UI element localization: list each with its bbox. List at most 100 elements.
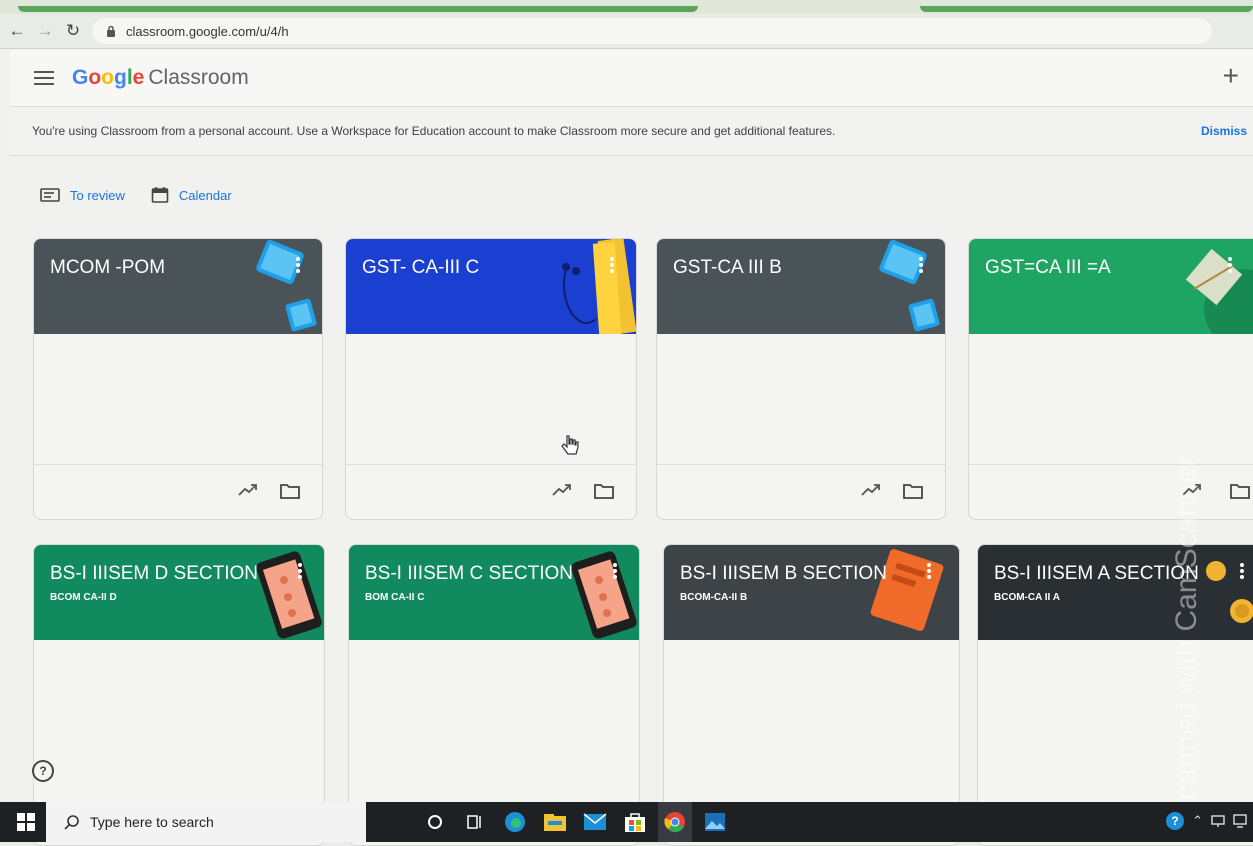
calendar-link[interactable]: Calendar [151, 186, 232, 204]
app-header: Google Classroom + [10, 50, 1253, 107]
edge-browser-icon[interactable] [498, 802, 532, 842]
back-arrow-icon[interactable]: ← [6, 20, 28, 42]
folder-icon[interactable] [280, 483, 300, 499]
reload-icon[interactable]: ↻ [62, 20, 84, 42]
personal-account-banner: You're using Classroom from a personal a… [10, 107, 1253, 156]
chrome-icon[interactable] [658, 802, 692, 842]
add-class-plus-icon[interactable]: + [1223, 60, 1239, 92]
calendar-icon [151, 187, 169, 203]
mail-icon[interactable] [578, 802, 612, 842]
class-card-header[interactable]: MCOM -POM [34, 239, 322, 334]
class-section: BCOM-CA-II B [680, 592, 748, 603]
class-card-footer [34, 464, 322, 519]
store-icon[interactable] [618, 802, 652, 842]
google-logo-letter: g [114, 66, 127, 89]
class-theme-illustration [1185, 248, 1253, 334]
class-theme-illustration [562, 239, 636, 334]
class-card[interactable]: GST- CA-III C [345, 238, 637, 520]
google-classroom-logo[interactable]: Google Classroom [72, 66, 249, 90]
class-card-header[interactable]: BS-I IIISEM B SECTION BCOM-CA-II B [664, 545, 959, 640]
lock-icon [104, 24, 118, 38]
class-section: BCOM-CA II A [994, 592, 1060, 603]
banner-message: You're using Classroom from a personal a… [32, 124, 836, 138]
folder-icon[interactable] [903, 483, 923, 499]
class-title[interactable]: GST-CA III B [673, 257, 782, 279]
more-options-icon[interactable] [1240, 563, 1244, 579]
google-wordmark: Google [72, 66, 144, 90]
system-tray: ? ⌃ [1166, 812, 1247, 830]
more-options-icon[interactable] [919, 257, 923, 273]
windows-taskbar: Type here to search ? ⌃ [0, 802, 1253, 842]
help-icon[interactable]: ? [32, 760, 54, 782]
class-card-footer [657, 464, 945, 519]
task-view-icon[interactable] [458, 802, 492, 842]
browser-tab[interactable] [18, 6, 698, 12]
help-tray-icon[interactable]: ? [1166, 812, 1185, 830]
more-options-icon[interactable] [296, 257, 300, 273]
trending-icon[interactable] [552, 483, 572, 497]
class-title[interactable]: MCOM -POM [50, 257, 165, 279]
more-options-icon[interactable] [298, 563, 302, 579]
class-card[interactable]: BS-I IIISEM C SECTION BOM CA-II C [348, 544, 640, 846]
trending-icon[interactable] [861, 483, 881, 497]
class-section: BCOM CA-II D [50, 592, 117, 603]
dismiss-button[interactable]: Dismiss [1201, 124, 1247, 138]
class-title[interactable]: GST- CA-III C [362, 257, 479, 279]
forward-arrow-icon[interactable]: → [34, 20, 56, 42]
google-logo-letter: o [101, 66, 114, 89]
display-icon[interactable] [1233, 814, 1247, 828]
google-logo-letter: o [88, 66, 102, 89]
browser-tab[interactable] [920, 6, 1253, 12]
class-card-header[interactable]: GST- CA-III C [346, 239, 636, 334]
more-options-icon[interactable] [927, 563, 931, 579]
chevron-up-icon[interactable]: ⌃ [1192, 813, 1203, 829]
class-theme-illustration [870, 549, 944, 631]
network-icon[interactable] [1211, 814, 1225, 828]
class-theme-illustration [879, 239, 940, 332]
to-review-icon [40, 188, 60, 202]
class-card[interactable]: BS-I IIISEM D SECTION BCOM CA-II D [33, 544, 325, 846]
folder-icon[interactable] [594, 483, 614, 499]
taskbar-search-box[interactable]: Type here to search [46, 802, 366, 842]
class-theme-illustration [571, 551, 637, 639]
screen: ← → ↻ classroom.google.com/u/4/h Google … [0, 0, 1253, 846]
hamburger-menu-icon[interactable] [34, 71, 54, 85]
class-card[interactable]: BS-I IIISEM B SECTION BCOM-CA-II B [663, 544, 960, 846]
google-logo-letter: e [132, 66, 145, 89]
windows-start-icon[interactable] [6, 802, 46, 842]
product-name: Classroom [148, 66, 249, 89]
class-title[interactable]: BS-I IIISEM C SECTION [365, 563, 573, 585]
class-title[interactable]: BS-I IIISEM D SECTION [50, 563, 258, 585]
url-text: classroom.google.com/u/4/h [126, 23, 289, 39]
more-options-icon[interactable] [1228, 257, 1232, 273]
class-title[interactable]: BS-I IIISEM A SECTION [994, 563, 1199, 585]
address-bar[interactable]: classroom.google.com/u/4/h [92, 18, 1212, 44]
more-options-icon[interactable] [613, 563, 617, 579]
to-review-label: To review [70, 187, 125, 203]
quick-links: To review Calendar [40, 186, 232, 204]
trending-icon[interactable] [238, 483, 258, 497]
class-theme-illustration [256, 551, 322, 639]
class-card-footer [346, 464, 636, 519]
class-card[interactable]: GST-CA III B [656, 238, 946, 520]
browser-toolbar: ← → ↻ classroom.google.com/u/4/h [0, 14, 1253, 49]
cortana-icon[interactable] [418, 802, 452, 842]
class-section: BOM CA-II C [365, 592, 425, 603]
class-card-header[interactable]: BS-I IIISEM D SECTION BCOM CA-II D [34, 545, 324, 640]
class-card-header[interactable]: BS-I IIISEM C SECTION BOM CA-II C [349, 545, 639, 640]
file-explorer-icon[interactable] [538, 802, 572, 842]
class-title[interactable]: GST=CA III =A [985, 257, 1111, 279]
class-card-header[interactable]: GST-CA III B [657, 239, 945, 334]
class-theme-illustration [256, 239, 317, 332]
to-review-link[interactable]: To review [40, 187, 125, 203]
taskbar-search-placeholder: Type here to search [90, 814, 214, 830]
calendar-label: Calendar [178, 187, 232, 203]
class-title[interactable]: BS-I IIISEM B SECTION [680, 563, 887, 585]
class-card-header[interactable]: GST=CA III =A [969, 239, 1253, 334]
scanner-watermark: Scanned with CamScanner [1170, 456, 1203, 820]
more-options-icon[interactable] [610, 257, 614, 273]
class-card[interactable]: MCOM -POM [33, 238, 323, 520]
search-icon [64, 815, 79, 830]
google-logo-letter: G [72, 66, 89, 89]
photos-icon[interactable] [698, 802, 732, 842]
